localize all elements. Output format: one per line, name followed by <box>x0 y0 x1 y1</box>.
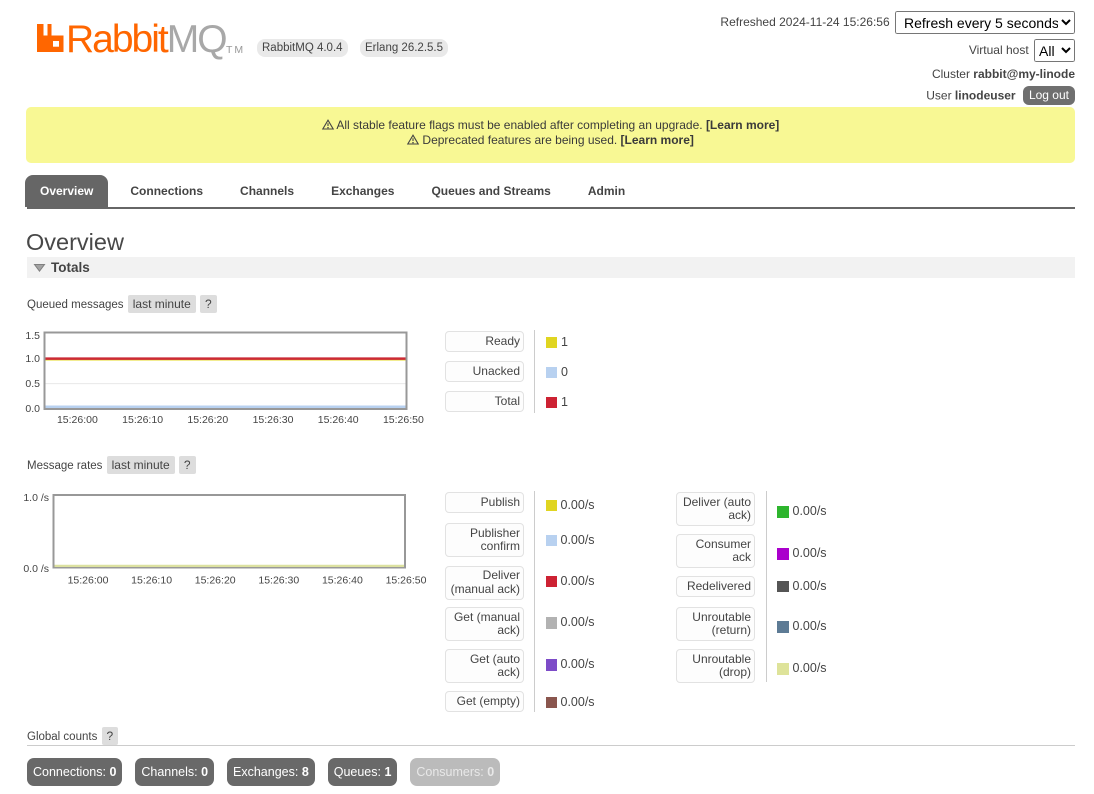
svg-text:15:26:00: 15:26:00 <box>68 575 109 587</box>
svg-text:15:26:50: 15:26:50 <box>383 414 424 426</box>
svg-text:0.0 /s: 0.0 /s <box>23 563 49 575</box>
svg-text:15:26:10: 15:26:10 <box>131 575 172 587</box>
svg-text:15:26:20: 15:26:20 <box>187 414 228 426</box>
svg-text:0.0: 0.0 <box>25 403 40 415</box>
svg-text:15:26:00: 15:26:00 <box>57 414 98 426</box>
svg-text:15:26:40: 15:26:40 <box>322 575 363 587</box>
svg-text:15:26:30: 15:26:30 <box>258 575 299 587</box>
svg-text:1.5: 1.5 <box>25 330 40 342</box>
svg-text:15:26:50: 15:26:50 <box>386 575 427 587</box>
svg-text:15:26:40: 15:26:40 <box>318 414 359 426</box>
svg-text:1.0: 1.0 <box>25 353 40 365</box>
svg-text:1.0 /s: 1.0 /s <box>23 492 49 504</box>
svg-text:15:26:10: 15:26:10 <box>122 414 163 426</box>
svg-text:15:26:20: 15:26:20 <box>195 575 236 587</box>
svg-text:0.5: 0.5 <box>25 378 40 390</box>
svg-text:15:26:30: 15:26:30 <box>253 414 294 426</box>
